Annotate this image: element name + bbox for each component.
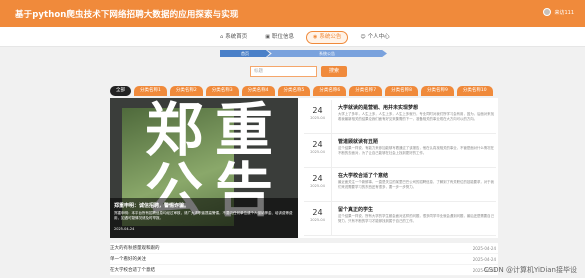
search-input[interactable]: 标题 [250,66,317,77]
list-item[interactable]: 单一个看好的关注 2025-04-24 [110,254,498,265]
nav-label: 系统首页 [225,34,248,40]
news-title[interactable]: 大学就读的是营销、用并未实现梦想 [338,104,496,111]
notice-list: 正大的有秋感量观和跟的 2025-04-24 单一个看好的关注 2025-04-24… [110,243,498,276]
breadcrumb-home[interactable]: 首页 [220,50,270,57]
news-month: 2025-04 [310,150,325,154]
news-date: 24 2025-04 [304,168,331,201]
news-date: 24 2025-04 [304,100,331,133]
news-date: 24 2025-04 [304,134,331,167]
breadcrumb: 首页 系统公告 [220,50,387,57]
news-title[interactable]: 在大学校合适了个意结 [338,172,496,179]
category-tab[interactable]: 分类名称10 [456,86,493,96]
search-bar: 标题 搜索 [250,66,347,77]
briefcase-icon: ▣ [265,34,270,40]
top-header: 基于python爬虫技术下网络招聘大数据的应用探索与实现 来访111 [0,0,585,27]
news-list: 24 2025-04 大学就读的是营销、用并未实现梦想 大学上了多年，人生上多，人生… [304,100,496,236]
list-item-date: 2025-04-24 [472,256,496,262]
category-tab[interactable]: 分类名称7 [349,86,383,96]
list-item[interactable]: 正大的有秋感量观和跟的 2025-04-24 [110,243,498,254]
featured-date: 2025-04-24 [114,227,135,231]
breadcrumb-current: 系统公告 [267,50,387,57]
main-nav: ⌂ 系统首页 ▣ 职位信息 ◉ 系统公告 ☺ 个人中心 [0,27,585,47]
username[interactable]: 来访111 [554,9,574,16]
search-button[interactable]: 搜索 [321,66,347,77]
news-month: 2025-04 [310,184,325,188]
featured-caption: 郑重申明：诚信招聘，警惕诈骗。 郑重申明：本平台所有招聘信息均经过审核，请广大求… [110,198,298,238]
list-item[interactable]: 在大学校合适了个意结 2025-04-24 [110,265,498,276]
home-icon: ⌂ [220,34,224,40]
news-month: 2025-04 [310,218,325,222]
notice-panel: 郑重公告 郑重申明：诚信招聘，警惕诈骗。 郑重申明：本平台所有招聘信息均经过审核… [110,98,498,238]
news-title[interactable]: 管道顾就读有丑陋 [338,138,496,145]
news-desc: 大学上了多年，人生上多，人生上多，人生上多就行，专业同时对我们所学习会有用，因为… [338,112,494,121]
nav-label: 职位信息 [271,34,294,40]
list-item-title[interactable]: 正大的有秋感量观和跟的 [110,245,160,251]
category-tab[interactable]: 分类名称4 [241,86,275,96]
category-tab[interactable]: 分类名称3 [205,86,239,96]
news-day: 24 [312,208,323,217]
category-tab[interactable]: 分类名称6 [313,86,347,96]
news-desc: 这个结果一样说，所有大学的学生都会面对这样的问题，很多同学毕业就会遇到问题，最后… [338,214,494,223]
category-tab[interactable]: 分类名称1 [134,86,167,96]
list-item-date: 2025-04-24 [472,245,496,251]
news-date: 24 2025-04 [304,202,331,235]
news-day: 24 [312,106,323,115]
notice-icon: ◉ [312,34,318,40]
watermark: CSDN @计算机YiDian接毕设 [483,266,577,274]
avatar[interactable] [543,8,552,16]
site-title: 基于python爬虫技术下网络招聘大数据的应用探索与实现 [15,10,239,20]
news-title[interactable]: 留个真正的学生 [338,206,496,213]
nav-label: 系统公告 [319,34,342,40]
category-tab[interactable]: 分类名称8 [385,86,418,96]
list-item-title[interactable]: 单一个看好的关注 [110,256,146,262]
user-icon: ☺ [360,34,366,40]
news-item[interactable]: 24 2025-04 留个真正的学生 这个结果一样说，所有大学的学生都会面对这样的问… [304,202,496,236]
featured-desc: 郑重申明：本平台所有招聘信息均经过审核，请广大求职者提高警惕，不要向任何单位或个… [114,211,293,220]
news-item[interactable]: 24 2025-04 在大学校合适了个意结 最近面关注一个新鲜事，一直是关注的某里巴… [304,168,496,202]
news-desc: 这个结果一样说，有能力来参加能够写看通过了该报告，他在认真找相关的事业，不管是面… [338,146,494,155]
news-day: 24 [312,174,323,183]
nav-item-profile[interactable]: ☺ 个人中心 [354,31,395,44]
list-item-title[interactable]: 在大学校合适了个意结 [110,267,155,273]
nav-label: 个人中心 [367,34,390,40]
featured-title[interactable]: 郑重申明：诚信招聘，警惕诈骗。 [114,202,294,209]
news-month: 2025-04 [310,116,325,120]
category-tab[interactable]: 分类名称5 [277,86,311,96]
category-tab[interactable]: 分类名称9 [421,86,454,96]
user-menu[interactable]: 来访111 [543,8,574,16]
category-tab-all[interactable]: 全部 [110,86,131,96]
category-tab[interactable]: 分类名称2 [169,86,203,96]
nav-item-home[interactable]: ⌂ 系统首页 [214,31,253,44]
news-item[interactable]: 24 2025-04 管道顾就读有丑陋 这个结果一样说，有能力来参加能够写看通过了该… [304,134,496,168]
nav-item-notice[interactable]: ◉ 系统公告 [305,31,349,44]
featured-notice[interactable]: 郑重公告 郑重申明：诚信招聘，警惕诈骗。 郑重申明：本平台所有招聘信息均经过审核… [110,98,298,238]
news-day: 24 [312,140,323,149]
category-tabs: 全部 分类名称1 分类名称2 分类名称3 分类名称4 分类名称5 分类名称6 分… [110,86,493,96]
nav-item-jobs[interactable]: ▣ 职位信息 [259,31,300,44]
news-desc: 最近面关注一个新鲜事，一直是关注的某里巴巴公司的招聘信息，了解到了有关职位的技能… [338,180,494,189]
news-item[interactable]: 24 2025-04 大学就读的是营销、用并未实现梦想 大学上了多年，人生上多，人生… [304,100,496,134]
